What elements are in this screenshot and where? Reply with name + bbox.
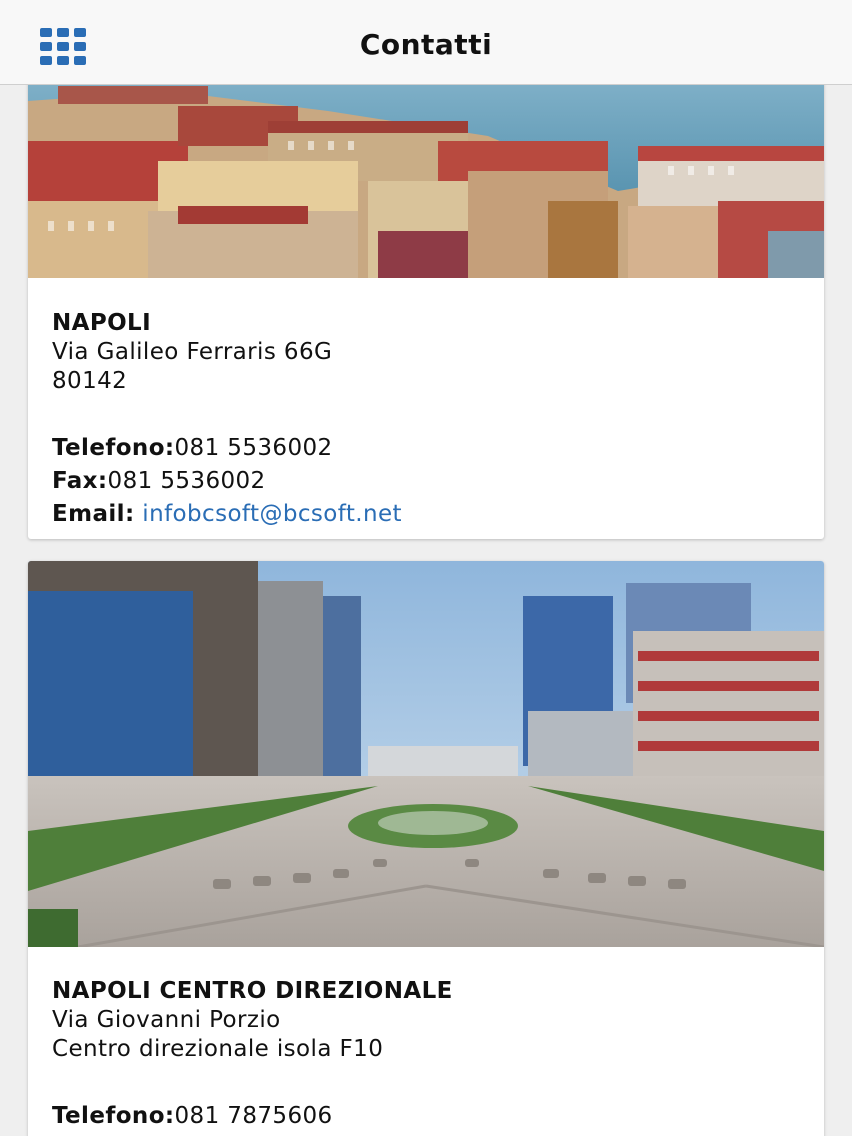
office-address-line-1: Via Galileo Ferraris 66G bbox=[52, 339, 333, 365]
phone-row: Telefono:081 5536002 bbox=[52, 432, 800, 465]
office-address-line-2: Centro direzionale isola F10 bbox=[52, 1036, 384, 1062]
email-link[interactable]: infobcsoft@bcsoft.net bbox=[142, 501, 402, 527]
office-address-line-1: Via Giovanni Porzio bbox=[52, 1007, 281, 1033]
phone-label: Telefono: bbox=[52, 435, 175, 461]
fax-row: Fax:081 5536002 bbox=[52, 465, 800, 498]
email-row: Email: infobcsoft@bcsoft.net bbox=[52, 498, 800, 531]
naples-seafront-photo bbox=[28, 85, 824, 278]
email-label: Email: bbox=[52, 501, 135, 527]
phone-label: Telefono: bbox=[52, 1103, 175, 1129]
office-card: NAPOLI CENTRO DIREZIONALE Via Giovanni P… bbox=[28, 561, 824, 1136]
contacts-list[interactable]: NAPOLI Via Galileo Ferraris 66G 80142 Te… bbox=[0, 85, 852, 1136]
office-address-line-2: 80142 bbox=[52, 368, 128, 394]
phone-value[interactable]: 081 7875606 bbox=[175, 1103, 333, 1129]
phone-value[interactable]: 081 5536002 bbox=[175, 435, 333, 461]
fax-value: 081 5536002 bbox=[107, 468, 266, 494]
office-name: NAPOLI bbox=[52, 310, 152, 336]
office-name: NAPOLI CENTRO DIREZIONALE bbox=[52, 978, 453, 1004]
office-card: NAPOLI Via Galileo Ferraris 66G 80142 Te… bbox=[28, 85, 824, 539]
phone-row: Telefono:081 7875606 bbox=[52, 1100, 800, 1133]
fax-label: Fax: bbox=[52, 468, 108, 494]
business-district-photo bbox=[28, 561, 824, 947]
page-title: Contatti bbox=[359, 28, 493, 61]
top-navigation-bar: Contatti bbox=[0, 0, 852, 85]
